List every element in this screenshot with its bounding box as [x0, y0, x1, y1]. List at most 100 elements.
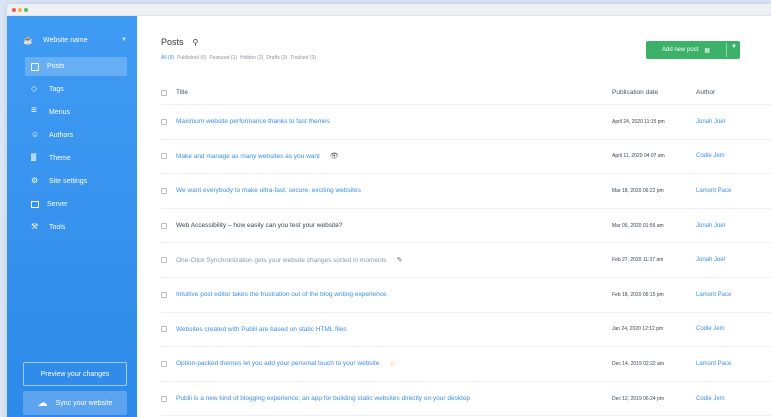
website-switcher[interactable]: ☕ Website name ▼	[23, 32, 127, 48]
preview-changes-button[interactable]: Preview your changes	[23, 362, 127, 386]
post-author-link[interactable]: Jonah Joel	[696, 119, 756, 125]
main-content: Posts ⚲ All (9) Published (6) Featured (…	[137, 16, 771, 417]
post-title-link[interactable]: Web Accessibility – how easily can you t…	[176, 222, 342, 229]
post-filters: All (9) Published (6) Featured (1) Hidde…	[161, 55, 316, 61]
button-divider	[726, 43, 727, 57]
settings-icon	[31, 176, 41, 187]
date-column-header[interactable]: Publication date	[612, 89, 696, 96]
posts-table: Title Publication date Author Maximum we…	[161, 81, 771, 417]
select-all-checkbox[interactable]	[161, 89, 167, 96]
sidebar-item-server[interactable]: Server	[25, 195, 127, 214]
tag-icon	[31, 84, 41, 95]
theme-icon	[31, 154, 41, 164]
close-window-button[interactable]	[12, 8, 16, 12]
row-checkbox[interactable]	[161, 360, 167, 367]
post-title-link[interactable]: Intuitive post editor takes the frustrat…	[176, 291, 387, 298]
table-row: Websites created with Publii are based o…	[161, 313, 771, 348]
filter-trashed[interactable]: Trashed (3)	[290, 55, 316, 61]
post-title-link[interactable]: Make and manage as many websites as you …	[176, 153, 320, 160]
sidebar-item-tools[interactable]: Tools	[25, 218, 127, 237]
coffee-cup-icon: ☕	[23, 35, 33, 45]
sidebar-item-tags[interactable]: Tags	[25, 80, 127, 99]
search-icon[interactable]: ⚲	[193, 38, 199, 47]
post-author-link[interactable]: Lamont Pace	[696, 188, 756, 194]
post-date: Feb 27, 2020 11:37 am	[612, 257, 664, 264]
row-checkbox[interactable]	[161, 222, 167, 229]
filter-drafts[interactable]: Drafts (3)	[266, 55, 287, 61]
post-author-link[interactable]: Jonah Joel	[696, 257, 756, 263]
post-author-link[interactable]: Codie Jem	[696, 326, 756, 332]
row-checkbox[interactable]	[161, 187, 167, 194]
title-header-label: Title	[176, 89, 189, 96]
chevron-down-icon: ▼	[121, 37, 127, 43]
menu-icon	[31, 105, 41, 118]
sidebar-item-label: Theme	[49, 155, 71, 162]
filter-published[interactable]: Published (6)	[177, 55, 206, 61]
server-icon	[31, 201, 39, 208]
sidebar: ☕ Website name ▼ Posts Tags Menus Author…	[7, 16, 137, 417]
sidebar-item-label: Menus	[49, 109, 71, 116]
sidebar-item-label: Authors	[49, 132, 74, 139]
table-row: Intuitive post editor takes the frustrat…	[161, 278, 771, 313]
filter-hidden[interactable]: Hidden (2)	[240, 55, 263, 61]
sidebar-item-label: Posts	[47, 63, 65, 70]
post-title-link[interactable]: Websites created with Publii are based o…	[176, 326, 347, 333]
post-date: Feb 18, 2020 05:15 pm	[612, 291, 664, 298]
row-checkbox[interactable]	[161, 326, 167, 333]
page-title: Posts	[161, 37, 184, 47]
window-titlebar	[7, 4, 771, 16]
post-title-link[interactable]: We want everybody to make ultra-fast, se…	[176, 187, 361, 194]
table-row: Web Accessibility – how easily can you t…	[161, 209, 771, 244]
editor-grid-icon: ▦	[704, 47, 711, 54]
row-checkbox[interactable]	[161, 257, 167, 264]
row-checkbox[interactable]	[161, 153, 167, 160]
sidebar-item-label: Tools	[49, 224, 66, 231]
post-title-link[interactable]: One-Click Synchronization gets your webs…	[176, 257, 387, 264]
sidebar-item-label: Site settings	[49, 178, 88, 185]
author-column-header[interactable]: Author	[696, 89, 756, 96]
table-row: Maximum website performance thanks to fa…	[161, 105, 771, 140]
sidebar-item-site-settings[interactable]: Site settings	[25, 172, 127, 191]
table-row: One-Click Synchronization gets your webs…	[161, 243, 771, 278]
post-date: Jan 24, 2020 12:12 pm	[612, 326, 664, 333]
maximize-window-button[interactable]	[24, 8, 28, 12]
post-author-link[interactable]: Jonah Joel	[696, 223, 756, 229]
sidebar-item-menus[interactable]: Menus	[25, 103, 127, 122]
post-date: Mar 18, 2020 06:22 pm	[612, 187, 664, 194]
post-author-link[interactable]: Lamont Pace	[696, 292, 756, 298]
table-row: Make and manage as many websites as you …	[161, 140, 771, 175]
post-date: Mar 05, 2020 01:56 am	[612, 222, 664, 229]
sidebar-item-posts[interactable]: Posts	[25, 57, 127, 76]
tools-icon	[31, 222, 41, 233]
app-window: ☕ Website name ▼ Posts Tags Menus Author…	[7, 4, 771, 417]
chevron-down-icon[interactable]: ▼	[731, 44, 737, 50]
sidebar-nav: Posts Tags Menus Authors Theme Site sett…	[25, 57, 127, 241]
post-date: Dec 14, 2019 02:22 am	[612, 360, 664, 367]
pencil-icon: ✎	[396, 257, 403, 265]
add-new-post-label: Add new post	[662, 47, 699, 53]
filter-all[interactable]: All (9)	[161, 55, 174, 61]
eye-icon: 👁	[329, 153, 339, 161]
row-checkbox[interactable]	[161, 395, 167, 402]
filter-featured[interactable]: Featured (1)	[210, 55, 238, 61]
post-title-link[interactable]: Publii is a new kind of blogging experie…	[176, 395, 470, 402]
authors-icon	[31, 130, 41, 141]
minimize-window-button[interactable]	[18, 8, 22, 12]
table-row: Publii is a new kind of blogging experie…	[161, 382, 771, 417]
table-header: Title Publication date Author	[161, 81, 771, 105]
post-title-link[interactable]: Option-packed themes let you add your pe…	[176, 360, 379, 367]
row-checkbox[interactable]	[161, 291, 167, 298]
add-new-post-button[interactable]: Add new post ▦ ▼	[646, 41, 740, 59]
sidebar-item-authors[interactable]: Authors	[25, 126, 127, 145]
table-row: We want everybody to make ultra-fast, se…	[161, 174, 771, 209]
post-author-link[interactable]: Codie Jem	[696, 153, 756, 159]
post-author-link[interactable]: Lamont Pace	[696, 361, 756, 367]
star-icon: ☆	[389, 360, 396, 368]
post-author-link[interactable]: Codie Jem	[696, 396, 756, 402]
post-date: April 11, 2020 04:07 am	[612, 153, 665, 160]
title-column-header: Title	[161, 89, 612, 96]
sidebar-item-theme[interactable]: Theme	[25, 149, 127, 168]
row-checkbox[interactable]	[161, 118, 167, 125]
sync-website-button[interactable]: ☁ Sync your website	[23, 391, 127, 415]
post-title-link[interactable]: Maximum website performance thanks to fa…	[176, 118, 330, 125]
